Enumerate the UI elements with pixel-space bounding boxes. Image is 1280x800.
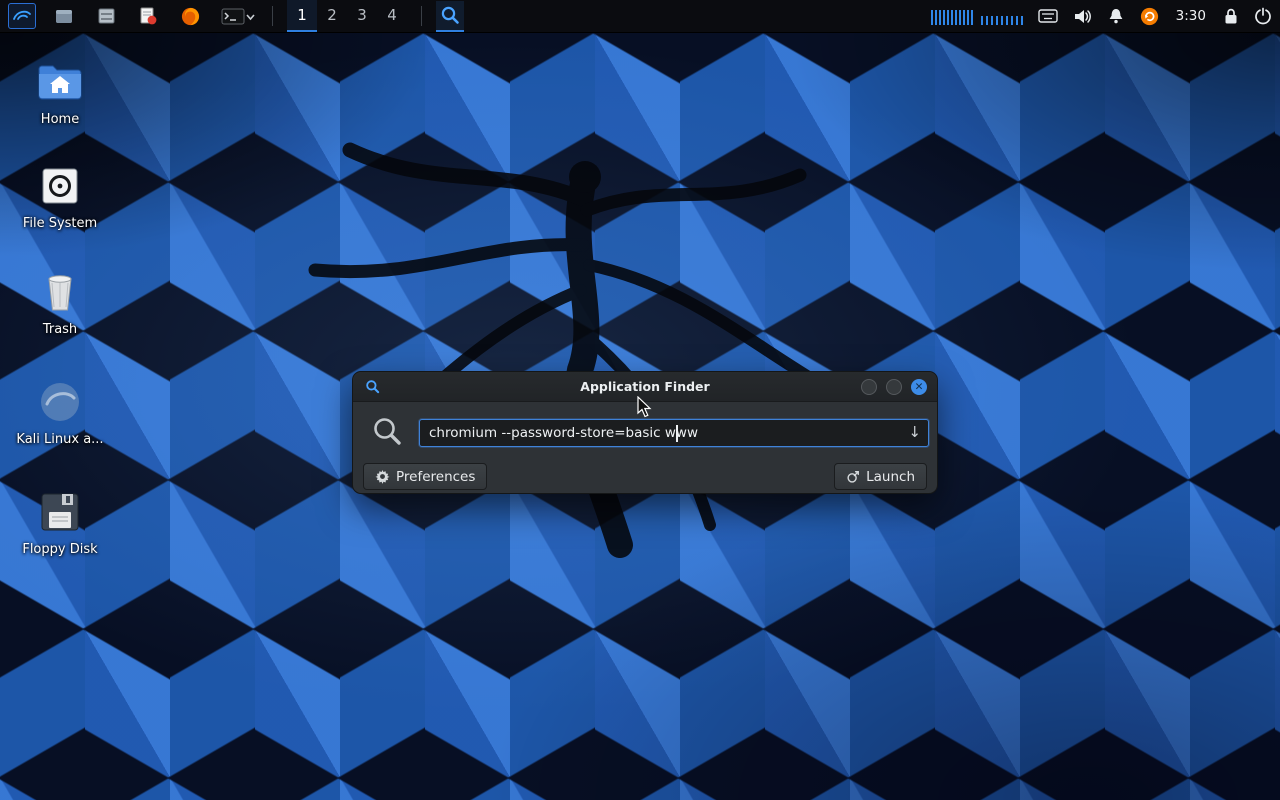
desktop-icon-label: Kali Linux a... (16, 432, 103, 447)
command-input[interactable] (420, 420, 928, 446)
maximize-button[interactable] (886, 379, 902, 395)
firefox-button[interactable] (176, 3, 204, 29)
system-tray: 3:30 (931, 7, 1272, 26)
trash-icon (40, 266, 80, 318)
search-icon (371, 415, 403, 447)
desktop-icon-trash[interactable]: Trash (12, 266, 108, 337)
dialog-finder-icon (365, 379, 380, 394)
text-editor-button[interactable] (134, 3, 162, 29)
application-finder-window: Application Finder ✕ ↓ Preferences Launc… (352, 371, 938, 494)
workspace-1-button[interactable]: 1 (287, 0, 317, 32)
firefox-icon (181, 7, 200, 26)
notifications-icon[interactable] (1107, 7, 1125, 25)
minimize-button[interactable] (861, 379, 877, 395)
keyboard-indicator-icon[interactable] (1038, 9, 1058, 23)
command-entry: ↓ (419, 419, 929, 447)
top-panel: 1 2 3 4 3:30 (0, 0, 1280, 33)
desktop-icon-file-system[interactable]: File System (12, 160, 108, 231)
kali-menu-icon (12, 7, 32, 25)
clock[interactable]: 3:30 (1174, 8, 1208, 24)
preferences-button-label: Preferences (396, 469, 475, 485)
terminal-dropdown-button[interactable] (218, 3, 258, 29)
launch-button-label: Launch (866, 469, 915, 485)
file-manager-button[interactable] (92, 3, 120, 29)
window-buttons: ✕ (861, 379, 927, 395)
desktop-icon-label: Trash (43, 322, 77, 337)
text-editor-icon (139, 7, 157, 25)
show-desktop-button[interactable] (50, 3, 78, 29)
show-desktop-icon (55, 9, 73, 24)
desktop-icon-label: Home (41, 112, 79, 127)
workspace-3-button[interactable]: 3 (347, 0, 377, 32)
panel-separator (272, 6, 273, 26)
preferences-button[interactable]: Preferences (363, 463, 487, 490)
terminal-dropdown-icon (221, 8, 255, 25)
file-system-drive-icon (40, 160, 80, 212)
home-folder-icon (37, 56, 83, 108)
file-manager-icon (98, 8, 115, 24)
application-finder-taskbar-button[interactable] (436, 1, 464, 32)
logout-icon[interactable] (1254, 7, 1272, 25)
gear-icon (375, 469, 390, 484)
launch-button[interactable]: Launch (834, 463, 927, 490)
application-finder-icon (440, 5, 460, 25)
workspace-pager: 1 2 3 4 (287, 0, 407, 32)
kali-docs-icon (38, 376, 82, 428)
entry-dropdown-arrow-icon[interactable]: ↓ (908, 423, 921, 441)
desktop-icon-floppy-disk[interactable]: Floppy Disk (12, 486, 108, 557)
launch-icon (846, 470, 860, 484)
text-caret (676, 425, 678, 442)
update-indicator-icon[interactable] (1140, 7, 1159, 26)
desktop-icon-kali-linux[interactable]: Kali Linux a... (12, 376, 108, 447)
titlebar[interactable]: Application Finder ✕ (353, 372, 937, 402)
kali-menu-button[interactable] (8, 3, 36, 29)
volume-icon[interactable] (1073, 8, 1092, 25)
workspace-2-button[interactable]: 2 (317, 0, 347, 32)
dialog-title: Application Finder (353, 372, 937, 402)
audio-visualizer[interactable] (931, 7, 1023, 25)
panel-separator (421, 6, 422, 26)
desktop-icon-home[interactable]: Home (12, 56, 108, 127)
floppy-disk-icon (40, 486, 80, 538)
desktop-icon-label: Floppy Disk (22, 542, 97, 557)
close-button[interactable]: ✕ (911, 379, 927, 395)
workspace-4-button[interactable]: 4 (377, 0, 407, 32)
lock-screen-icon[interactable] (1223, 7, 1239, 25)
desktop-icon-label: File System (23, 216, 97, 231)
